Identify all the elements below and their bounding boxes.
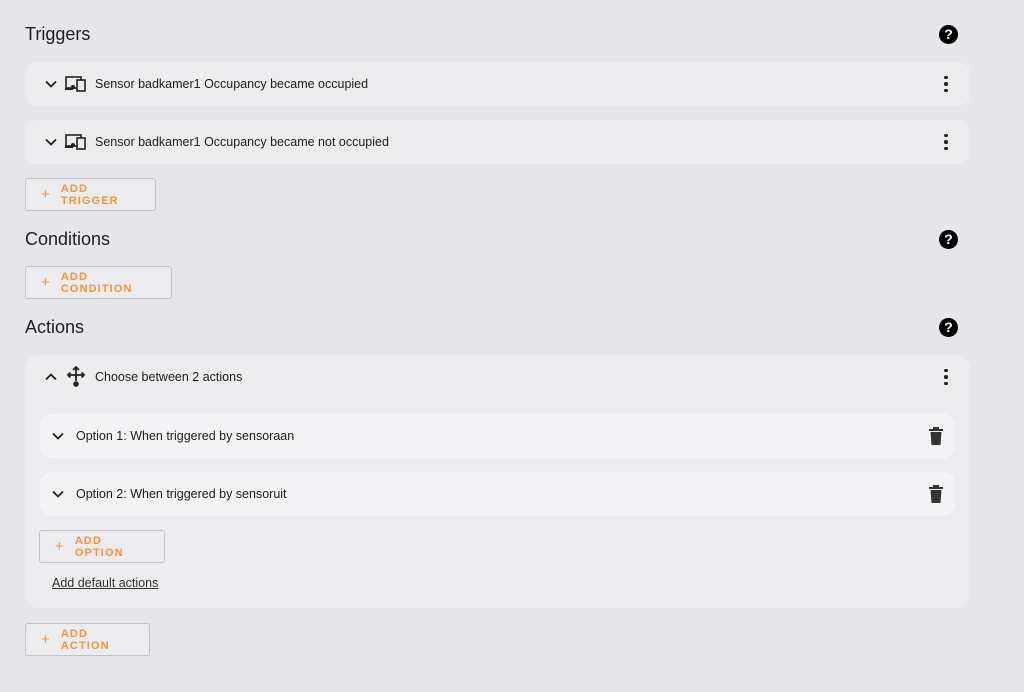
triggers-help-icon[interactable]: ? [939,25,958,44]
chevron-down-icon[interactable] [40,414,66,458]
plus-icon: + [41,631,51,648]
plus-icon: + [41,186,51,203]
add-action-label: ADD ACTION [60,627,110,652]
add-action-button[interactable]: + ADD ACTION [25,623,150,656]
chevron-up-icon[interactable] [25,355,59,399]
chevron-down-icon[interactable] [25,62,59,106]
trash-icon[interactable] [929,427,943,450]
choose-action-card: Choose between 2 actions Option 1: When … [25,355,970,608]
actions-help-icon[interactable]: ? [939,318,958,337]
add-option-label: ADD OPTION [74,534,124,559]
add-default-actions-link[interactable]: Add default actions [52,576,158,590]
trigger-row-1[interactable]: Sensor badkamer1 Occupancy became occupi… [25,62,970,106]
choose-branch-icon [61,366,91,388]
conditions-help-icon[interactable]: ? [939,230,958,249]
option-label: Option 2: When triggered by sensoruit [76,487,287,501]
option-label: Option 1: When triggered by sensoraan [76,429,295,443]
triggers-title: Triggers [25,24,91,44]
option-row-2[interactable]: Option 2: When triggered by sensoruit [40,472,955,516]
choose-action-label: Choose between 2 actions [95,370,243,384]
add-condition-label: ADD CONDITION [60,270,133,295]
more-vert-icon[interactable] [936,367,956,387]
actions-title: Actions [25,317,85,337]
device-icon [61,76,91,92]
option-row-1[interactable]: Option 1: When triggered by sensoraan [40,414,955,458]
device-icon [61,134,91,150]
plus-icon: + [41,274,51,291]
chevron-down-icon[interactable] [40,472,66,516]
add-trigger-button[interactable]: + ADD TRIGGER [25,178,156,211]
plus-icon: + [55,538,65,555]
more-vert-icon[interactable] [936,74,956,94]
more-vert-icon[interactable] [936,132,956,152]
trash-icon[interactable] [929,485,943,508]
add-option-button[interactable]: + ADD OPTION [39,530,165,563]
add-condition-button[interactable]: + ADD CONDITION [25,266,172,299]
trigger-row-2[interactable]: Sensor badkamer1 Occupancy became not oc… [25,120,970,164]
chevron-down-icon[interactable] [25,120,59,164]
add-trigger-label: ADD TRIGGER [60,182,119,207]
trigger-label: Sensor badkamer1 Occupancy became occupi… [95,77,369,91]
trigger-label: Sensor badkamer1 Occupancy became not oc… [95,135,389,149]
conditions-title: Conditions [25,229,111,249]
choose-action-header[interactable]: Choose between 2 actions [25,355,970,399]
